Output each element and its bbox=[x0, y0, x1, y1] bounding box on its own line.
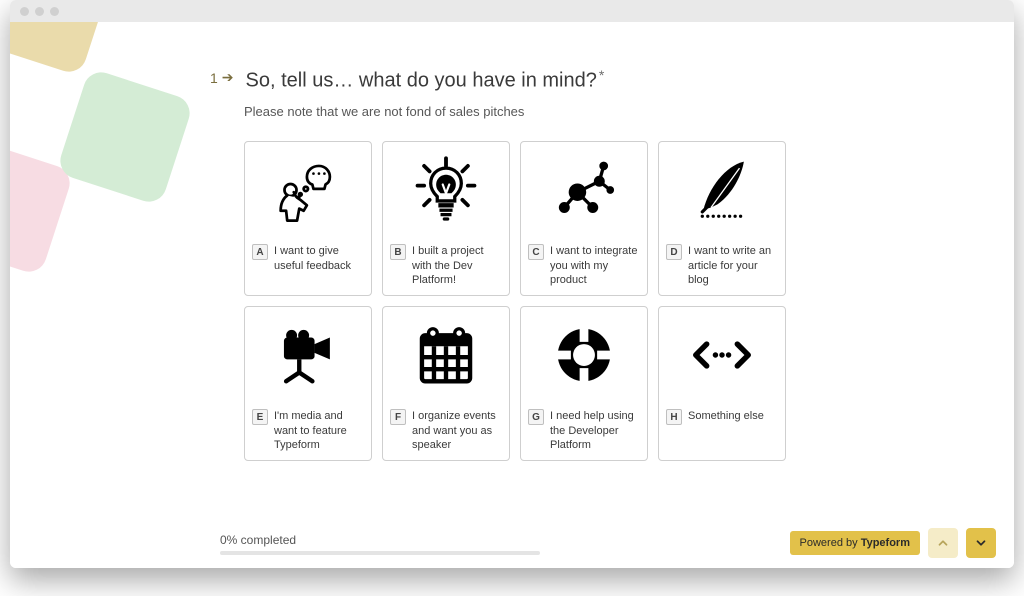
browser-window: 1 ➔ So, tell us… what do you have in min… bbox=[10, 0, 1014, 568]
option-key: F bbox=[390, 409, 406, 425]
option-card-h[interactable]: H Something else bbox=[658, 306, 786, 461]
option-label: I built a project with the Dev Platform! bbox=[412, 244, 502, 287]
option-label: I want to give useful feedback bbox=[274, 244, 364, 273]
window-dot bbox=[20, 7, 29, 16]
powered-brand: Typeform bbox=[861, 537, 910, 549]
option-key: D bbox=[666, 244, 682, 260]
decorative-square bbox=[10, 22, 114, 76]
options-grid: A I want to give useful feedback bbox=[244, 141, 804, 461]
option-key: E bbox=[252, 409, 268, 425]
option-label: I want to integrate you with my product bbox=[550, 244, 640, 287]
question-note: Please note that we are not fond of sale… bbox=[244, 104, 970, 119]
option-card-c[interactable]: C I want to integrate you with my produc… bbox=[520, 141, 648, 296]
option-card-f[interactable]: F I organize events and want you as spea… bbox=[382, 306, 510, 461]
option-key: G bbox=[528, 409, 544, 425]
option-card-b[interactable]: B I built a project with the Dev Platfor… bbox=[382, 141, 510, 296]
option-card-a[interactable]: A I want to give useful feedback bbox=[244, 141, 372, 296]
arrow-right-icon: ➔ bbox=[222, 69, 234, 86]
option-key: A bbox=[252, 244, 268, 260]
required-mark: * bbox=[599, 67, 604, 83]
decorative-square bbox=[56, 68, 195, 207]
question-number-text: 1 bbox=[210, 70, 218, 86]
code-ellipsis-icon bbox=[659, 307, 785, 403]
lifebuoy-icon bbox=[521, 307, 647, 403]
network-icon bbox=[521, 142, 647, 238]
powered-by-badge[interactable]: Powered by Typeform bbox=[790, 531, 920, 555]
quill-icon bbox=[659, 142, 785, 238]
window-dot bbox=[50, 7, 59, 16]
option-label: Something else bbox=[688, 409, 764, 423]
option-card-e[interactable]: E I'm media and want to feature Typeform bbox=[244, 306, 372, 461]
question-number: 1 ➔ bbox=[210, 67, 234, 86]
lightbulb-icon bbox=[383, 142, 509, 238]
calendar-icon bbox=[383, 307, 509, 403]
question-text: So, tell us… what do you have in mind? bbox=[246, 69, 597, 91]
progress-text: 0% completed bbox=[220, 533, 540, 547]
chevron-down-icon bbox=[974, 536, 988, 550]
powered-prefix: Powered by bbox=[800, 537, 861, 549]
option-label: I want to write an article for your blog bbox=[688, 244, 778, 287]
option-label: I need help using the Developer Platform bbox=[550, 409, 640, 452]
option-key: B bbox=[390, 244, 406, 260]
option-label: I'm media and want to feature Typeform bbox=[274, 409, 364, 452]
option-card-g[interactable]: G I need help using the Developer Platfo… bbox=[520, 306, 648, 461]
chevron-up-icon bbox=[936, 536, 950, 550]
option-key: H bbox=[666, 409, 682, 425]
nav-down-button[interactable] bbox=[966, 528, 996, 558]
thinker-icon bbox=[245, 142, 371, 238]
nav-up-button[interactable] bbox=[928, 528, 958, 558]
window-dot bbox=[35, 7, 44, 16]
option-label: I organize events and want you as speake… bbox=[412, 409, 502, 452]
option-card-d[interactable]: D I want to write an article for your bl… bbox=[658, 141, 786, 296]
video-camera-icon bbox=[245, 307, 371, 403]
window-title-bar bbox=[10, 0, 1014, 22]
progress-bar bbox=[220, 551, 540, 555]
option-key: C bbox=[528, 244, 544, 260]
